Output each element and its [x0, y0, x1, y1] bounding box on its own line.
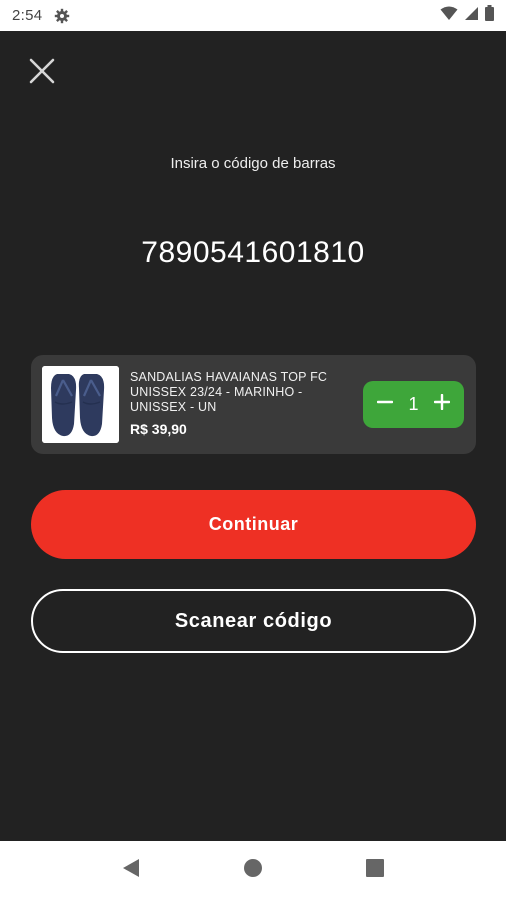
- signal-icon: [464, 6, 479, 26]
- product-card: SANDALIAS HAVAIANAS TOP FC UNISSEX 23/24…: [31, 355, 476, 454]
- barcode-prompt: Insira o código de barras: [170, 155, 336, 172]
- product-name: SANDALIAS HAVAIANAS TOP FC UNISSEX 23/24…: [130, 370, 328, 414]
- scan-code-button[interactable]: Scanear código: [31, 589, 476, 653]
- close-button[interactable]: [24, 55, 60, 91]
- product-price: R$ 39,90: [130, 421, 187, 437]
- plus-icon: [433, 393, 451, 415]
- status-icons: [440, 5, 494, 26]
- gear-icon: [54, 8, 70, 24]
- status-bar: 2:54: [0, 0, 506, 31]
- product-thumbnail: [42, 366, 119, 443]
- back-icon: [122, 858, 140, 883]
- product-info: SANDALIAS HAVAIANAS TOP FC UNISSEX 23/24…: [130, 370, 352, 437]
- navigation-bar: [0, 841, 506, 900]
- quantity-stepper: 1: [363, 381, 464, 428]
- decrement-button[interactable]: [372, 392, 398, 418]
- barcode-input[interactable]: 7890541601810: [0, 236, 506, 270]
- close-icon: [29, 58, 55, 89]
- home-button[interactable]: [233, 851, 273, 891]
- back-button[interactable]: [111, 851, 151, 891]
- recents-icon: [366, 859, 384, 882]
- battery-icon: [485, 5, 494, 26]
- recents-button[interactable]: [355, 851, 395, 891]
- increment-button[interactable]: [429, 392, 455, 418]
- status-time: 2:54: [12, 7, 43, 24]
- flip-flops-image: [42, 366, 119, 443]
- home-icon: [243, 858, 263, 883]
- quantity-value: 1: [408, 394, 419, 414]
- wifi-icon: [440, 6, 458, 26]
- minus-icon: [376, 394, 394, 415]
- continue-button[interactable]: Continuar: [31, 490, 476, 559]
- barcode-entry-screen: Insira o código de barras 7890541601810 …: [0, 31, 506, 841]
